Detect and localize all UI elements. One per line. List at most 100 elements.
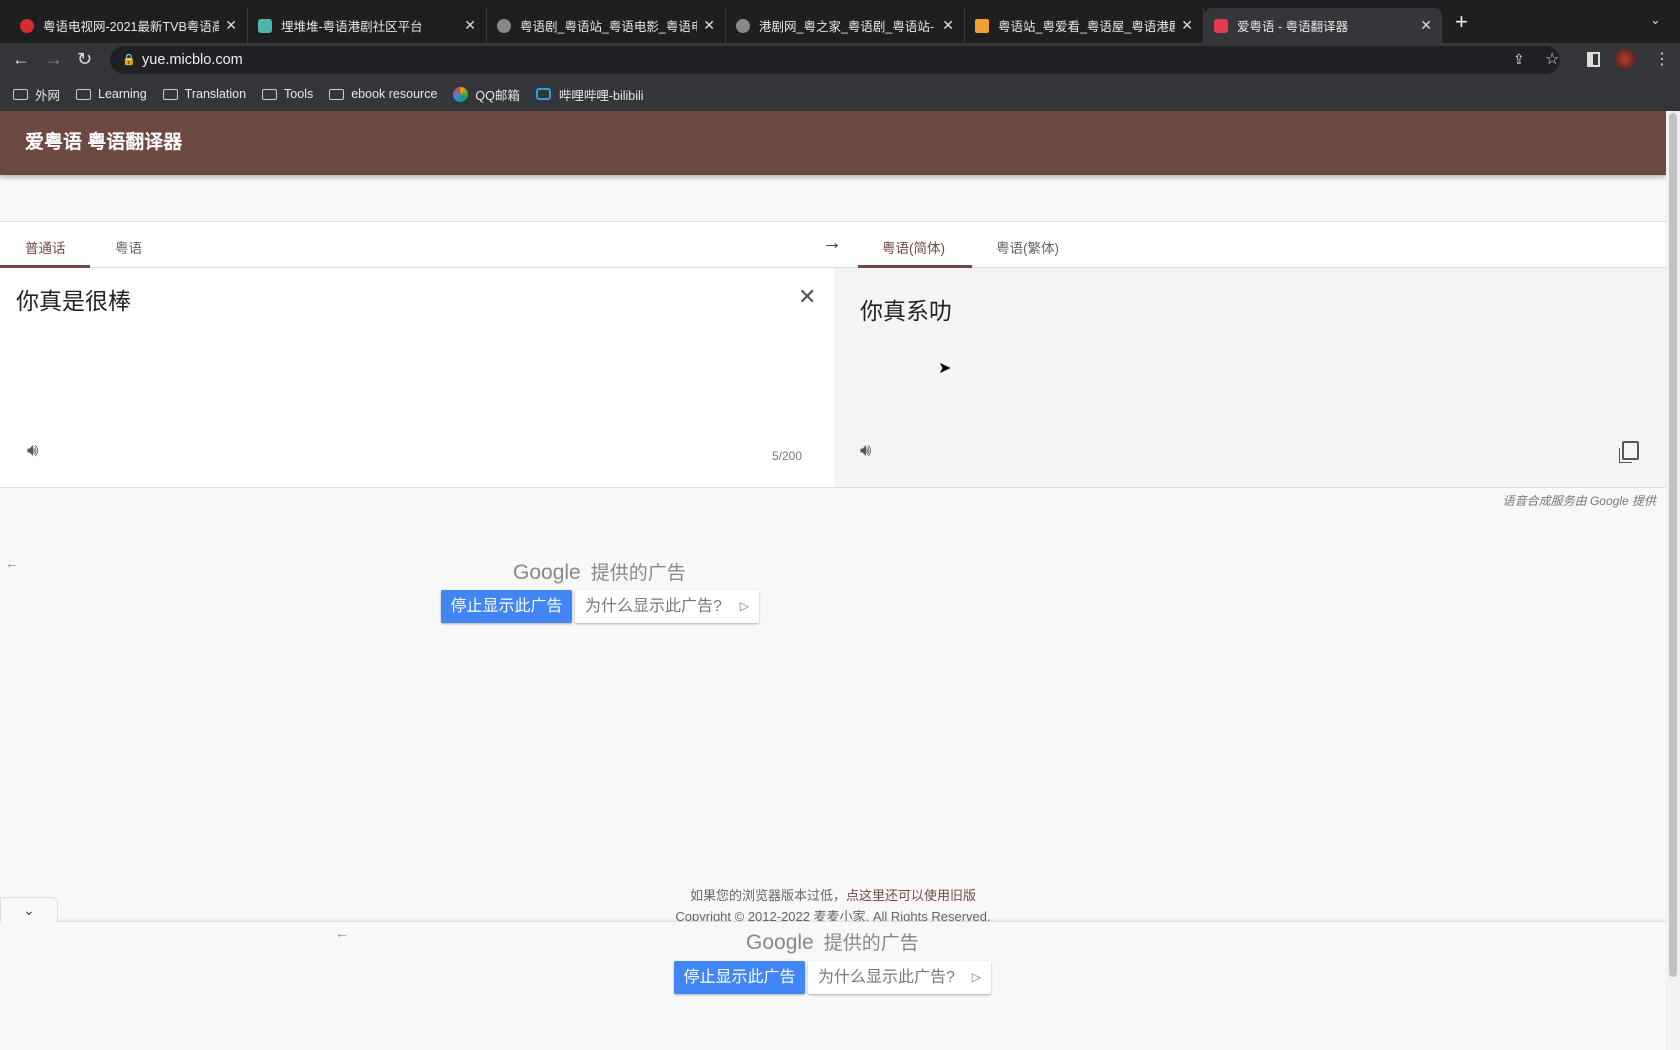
tab-title: 粤语电视网-2021最新TVB粤语高 bbox=[43, 20, 220, 34]
stop-ad-button[interactable]: 停止显示此广告 bbox=[441, 590, 572, 623]
folder-icon bbox=[13, 88, 28, 100]
bookmark-item[interactable]: ebook resource bbox=[329, 87, 437, 101]
stop-ad-button[interactable]: 停止显示此广告 bbox=[674, 961, 805, 994]
ad-back-icon[interactable]: ← bbox=[5, 555, 19, 571]
url-bar[interactable]: 🔒 yue.micblo.com bbox=[110, 46, 1560, 74]
bookmark-label: 哔哩哔哩-bilibili bbox=[558, 88, 644, 103]
globe-icon bbox=[497, 18, 511, 33]
speaker-icon[interactable]: 🔊︎ bbox=[860, 440, 871, 461]
ad-label: Google 提供的广告 bbox=[746, 928, 919, 955]
ad-back-icon[interactable]: ← bbox=[335, 925, 349, 941]
why-ad-label: 为什么显示此广告? bbox=[818, 969, 955, 986]
close-tab-icon[interactable]: ✕ bbox=[225, 17, 237, 34]
tab-cantonese-traditional[interactable]: 粤语(繁体) bbox=[996, 237, 1059, 257]
tab-cantonese-source[interactable]: 粤语 bbox=[115, 237, 142, 257]
app-title: 爱粤语 粤语翻译器 bbox=[25, 132, 183, 153]
bilibili-icon bbox=[535, 88, 551, 100]
browser-tab-bar: 粤语电视网-2021最新TVB粤语高 ✕ 埋堆堆-粤语港剧社区平台 ✕ 粤语剧_粤语… bbox=[0, 0, 1680, 43]
language-tabs: 普通话 粤语 → 粤语(简体) 粤语(繁体) bbox=[0, 221, 1666, 268]
tab-title: 埋堆堆-粤语港剧社区平台 bbox=[281, 20, 423, 34]
google-logo: Google bbox=[746, 931, 814, 954]
ad-label-text: 提供的广告 bbox=[590, 563, 686, 584]
tab-title: 粤语剧_粤语站_粤语电影_粤语电 bbox=[520, 20, 698, 34]
bookmark-label: QQ邮箱 bbox=[475, 88, 520, 103]
speaker-icon[interactable]: 🔊︎ bbox=[27, 440, 38, 461]
qq-mail-icon bbox=[453, 86, 469, 102]
new-tab-icon[interactable]: + bbox=[1455, 9, 1468, 35]
bookmark-item[interactable]: Tools bbox=[262, 87, 313, 101]
close-tab-icon[interactable]: ✕ bbox=[464, 17, 476, 34]
folder-icon bbox=[329, 88, 345, 100]
why-ad-button[interactable]: 为什么显示此广告? ▷ bbox=[575, 590, 759, 623]
tab-title: 港剧网_粤之家_粤语剧_粤语站- bbox=[759, 20, 935, 34]
adchoices-icon: ▷ bbox=[971, 970, 981, 984]
profile-avatar[interactable] bbox=[1614, 48, 1636, 70]
why-ad-button[interactable]: 为什么显示此广告? ▷ bbox=[808, 961, 991, 994]
source-panel: 你真是很棒 ✕ 🔊︎ 5/200 bbox=[0, 268, 834, 488]
collapse-ad-chevron-icon[interactable]: ⌄ bbox=[0, 897, 58, 922]
bookmark-label: 外网 bbox=[35, 88, 61, 103]
clear-icon[interactable]: ✕ bbox=[798, 284, 816, 310]
close-tab-icon[interactable]: ✕ bbox=[1181, 17, 1193, 34]
scrollbar-thumb[interactable] bbox=[1669, 113, 1677, 977]
reload-icon[interactable]: ↻ bbox=[77, 49, 92, 70]
browser-tab[interactable]: 粤语剧_粤语站_粤语电影_粤语电 ✕ bbox=[487, 8, 726, 43]
close-tab-icon[interactable]: ✕ bbox=[942, 17, 954, 34]
tab-mandarin[interactable]: 普通话 bbox=[25, 237, 66, 257]
ad-label: Google 提供的广告 bbox=[513, 558, 686, 585]
bookmark-item[interactable]: QQ邮箱 bbox=[453, 85, 520, 104]
adchoices-icon: ▷ bbox=[739, 599, 749, 613]
tab-cantonese-simplified[interactable]: 粤语(简体) bbox=[882, 237, 945, 257]
translation-output: 你真系叻 bbox=[860, 298, 952, 324]
back-icon[interactable]: ← bbox=[12, 49, 30, 70]
tts-credit: 语音合成服务由 Google 提供 bbox=[1502, 494, 1656, 508]
tab-favicon-icon bbox=[20, 18, 34, 33]
folder-icon bbox=[76, 88, 92, 100]
bookmark-item[interactable]: Translation bbox=[162, 87, 247, 101]
bookmark-star-icon[interactable]: ☆ bbox=[1545, 49, 1559, 69]
tab-title: 爱粤语 - 粤语翻译器 bbox=[1237, 20, 1349, 34]
browser-tab[interactable]: 粤语电视网-2021最新TVB粤语高 ✕ bbox=[10, 8, 248, 43]
target-panel: 你真系叻 🔊︎ bbox=[834, 268, 1666, 488]
copy-icon[interactable] bbox=[1622, 441, 1639, 460]
bookmark-label: ebook resource bbox=[351, 87, 438, 101]
bookmark-item[interactable]: 外网 bbox=[13, 85, 60, 104]
app-header: 爱粤语 粤语翻译器 bbox=[0, 111, 1666, 175]
bookmarks-bar: 外网 Learning Translation Tools ebook reso… bbox=[0, 77, 1680, 111]
share-icon[interactable]: ⇪ bbox=[1513, 51, 1525, 68]
side-panel-icon[interactable] bbox=[1587, 52, 1600, 67]
footer-text: 如果您的浏览器版本过低， bbox=[689, 888, 846, 903]
bookmark-item[interactable]: Learning bbox=[76, 87, 147, 101]
swap-arrow-icon[interactable]: → bbox=[822, 232, 842, 255]
mouse-cursor-icon: ➤ bbox=[938, 360, 952, 377]
globe-icon bbox=[736, 18, 750, 33]
browser-tab[interactable]: 粤语站_粤爱看_粤语屋_粤语港剧 ✕ bbox=[965, 8, 1204, 43]
folder-icon bbox=[162, 88, 178, 100]
bookmark-label: Learning bbox=[98, 87, 147, 101]
ad-label-text: 提供的广告 bbox=[823, 933, 919, 954]
browser-tab-active[interactable]: 爱粤语 - 粤语翻译器 ✕ bbox=[1204, 8, 1442, 43]
tab-favicon-icon bbox=[258, 18, 272, 33]
why-ad-label: 为什么显示此广告? bbox=[585, 598, 722, 615]
tab-title: 粤语站_粤爱看_粤语屋_粤语港剧 bbox=[998, 20, 1176, 34]
browser-tab[interactable]: 港剧网_粤之家_粤语剧_粤语站- ✕ bbox=[726, 8, 965, 43]
close-tab-icon[interactable]: ✕ bbox=[1420, 17, 1432, 34]
forward-icon[interactable]: → bbox=[45, 49, 63, 70]
address-toolbar: ← → ↻ 🔒 yue.micblo.com ⇪ ☆ ⋮ bbox=[0, 43, 1680, 77]
bookmark-item[interactable]: 哔哩哔哩-bilibili bbox=[535, 85, 644, 104]
bookmark-label: Tools bbox=[284, 87, 314, 101]
footer-notice: 如果您的浏览器版本过低，点这里还可以使用旧版 bbox=[0, 885, 1666, 904]
menu-dots-icon[interactable]: ⋮ bbox=[1654, 49, 1670, 69]
bookmark-label: Translation bbox=[184, 87, 247, 101]
lock-icon: 🔒 bbox=[122, 54, 136, 66]
folder-icon bbox=[262, 88, 278, 100]
close-tab-icon[interactable]: ✕ bbox=[703, 17, 715, 34]
source-text-input[interactable]: 你真是很棒 bbox=[16, 282, 131, 316]
tab-search-chevron-icon[interactable]: ⌄ bbox=[1650, 12, 1661, 28]
browser-tab[interactable]: 埋堆堆-粤语港剧社区平台 ✕ bbox=[248, 8, 487, 43]
google-logo: Google bbox=[513, 561, 581, 584]
char-count: 5/200 bbox=[772, 449, 803, 463]
old-version-link[interactable]: 点这里还可以使用旧版 bbox=[846, 888, 976, 903]
tab-favicon-icon bbox=[975, 18, 989, 33]
url-text: yue.micblo.com bbox=[142, 52, 243, 68]
